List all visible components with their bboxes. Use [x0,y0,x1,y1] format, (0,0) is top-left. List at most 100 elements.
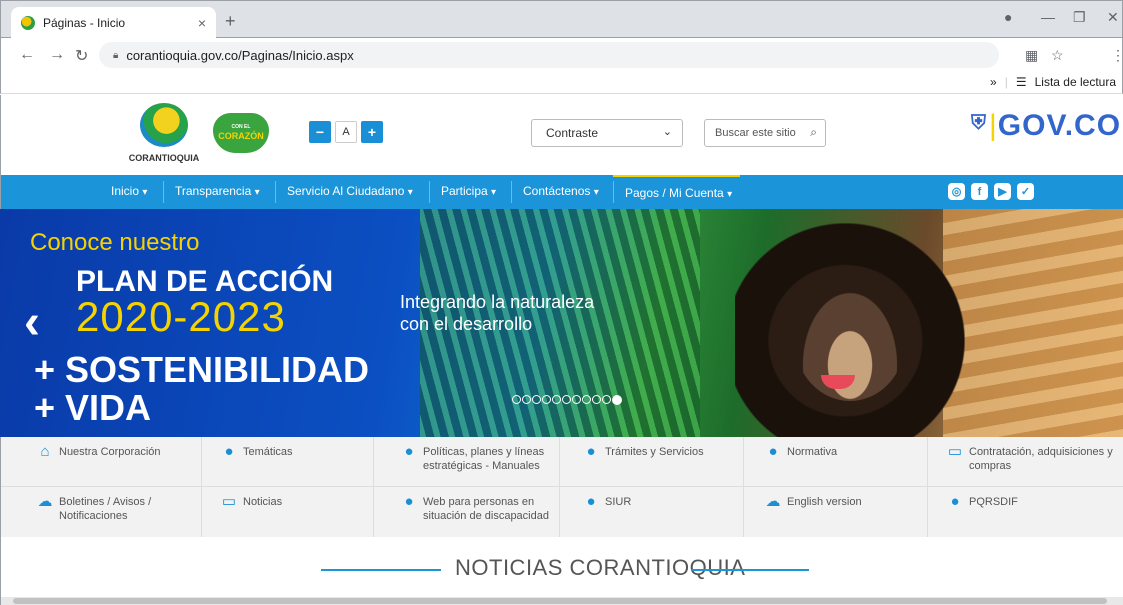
nav-label: Transparencia [175,184,252,198]
carousel-dot[interactable] [592,395,601,404]
carousel-dot[interactable] [612,395,622,405]
news-section: NOTICIAS CORANTIOQUIA [0,537,1123,597]
carousel-dot[interactable] [582,395,591,404]
carousel-dot[interactable] [542,395,551,404]
url-text: corantioquia.gov.co/Paginas/Inicio.aspx [126,47,354,63]
chevron-down-icon: ⌄ [662,126,672,138]
youtube-icon[interactable]: ▶ [994,183,1011,200]
minimize-icon[interactable]: — [1041,9,1055,25]
con-el-corazon-logo: CON EL CORAZÓN [213,113,269,153]
font-normal-button[interactable]: A [335,121,357,143]
quicklink-tematicas[interactable]: ● Temáticas [219,437,369,486]
nav-divider [429,181,430,203]
chat-user-icon: ● [404,493,414,510]
main-navigation: Inicio ▾ Transparencia ▾ Servicio Al Ciu… [0,175,1123,209]
quicklink-contratacion[interactable]: ▭ Contratación, adquisiciones y compras [945,437,1115,486]
carousel-dot[interactable] [532,395,541,404]
lock-icon: 🔒︎ [113,49,119,61]
nav-label: Participa [441,184,488,198]
colombia-seal-icon: ⛨ [971,112,987,134]
quicklink-web-discapacidad[interactable]: ● Web para personas en situación de disc… [399,487,549,536]
news-section-title: NOTICIAS CORANTIOQUIA [455,555,746,580]
carousel-dot[interactable] [522,395,531,404]
quicklink-boletines[interactable]: ☁ Boletines / Avisos / Notificaciones [35,487,201,536]
quicklink-english-version[interactable]: ☁ English version [763,487,923,536]
nav-item-servicio-al-ciudadano[interactable]: Servicio Al Ciudadano ▾ [287,184,413,198]
menu-icon[interactable]: ⋮ [1111,47,1123,64]
font-decrease-button[interactable]: − [309,121,331,143]
browser-toolbar: ← → ↻ 🔒︎ corantioquia.gov.co/Paginas/Ini… [0,38,1123,72]
instagram-icon[interactable]: ◎ [948,183,965,200]
font-increase-button[interactable]: + [361,121,383,143]
carousel-dot[interactable] [572,395,581,404]
site-search-input[interactable]: Buscar este sitio ⌕ [704,119,826,147]
carousel-dot[interactable] [602,395,611,404]
qr-code-icon[interactable]: ▦ [1025,47,1038,64]
carousel-dot[interactable] [512,395,521,404]
search-placeholder: Buscar este sitio [715,127,796,139]
bookmarks-bar: » | ☰ Lista de lectura [0,72,1123,94]
address-bar[interactable]: 🔒︎ corantioquia.gov.co/Paginas/Inicio.as… [99,42,999,68]
bookmarks-divider: | [1004,75,1008,89]
chevron-down-icon: ▾ [593,187,599,198]
nav-item-pagos-mi-cuenta[interactable]: Pagos / Mi Cuenta ▾ [613,175,741,209]
corantioquia-logo-mark-icon [140,103,188,147]
user-icon: ● [950,493,960,510]
quicklink-noticias[interactable]: ▭ Noticias [219,487,369,536]
quicklink-nuestra-corporacion[interactable]: ⌂ Nuestra Corporación [35,437,201,486]
browser-tab[interactable]: Páginas - Inicio × [11,7,216,39]
reading-list-button[interactable]: Lista de lectura [1035,75,1116,89]
carousel-dot[interactable] [552,395,561,404]
quicklink-politicas-planes[interactable]: ● Políticas, planes y líneas estratégica… [399,437,549,486]
bookmarks-more-icon[interactable]: » [990,75,997,89]
carousel-dots [512,395,622,405]
laptop-icon: ▭ [947,443,963,460]
banner-tagline-line2: con el desarrollo [400,314,533,334]
quicklink-normativa[interactable]: ● Normativa [763,437,923,486]
forward-icon[interactable]: → [49,46,65,64]
back-icon[interactable]: ← [19,46,35,64]
contrast-select[interactable]: Contraste ⌄ [531,119,683,147]
nav-item-inicio[interactable]: Inicio ▾ [111,184,147,198]
quicklink-label: SIUR [605,496,632,508]
chat-user-icon: ● [586,493,596,510]
quicklink-siur[interactable]: ● SIUR [581,487,741,536]
banner-years-text: 2020-2023 [76,293,286,340]
quicklink-label: Temáticas [243,446,293,458]
quicklink-pqrsdif[interactable]: ● PQRSDIF [945,487,1115,536]
quicklink-label: Web para personas en situación de discap… [423,496,549,522]
twitter-icon[interactable]: ✓ [1017,183,1034,200]
govco-text: GOV.CO [997,109,1122,142]
close-window-icon[interactable]: ✕ [1107,9,1119,26]
user-icon: ● [586,443,596,460]
bookmark-star-icon[interactable]: ☆ [1051,47,1064,64]
quicklink-label: Políticas, planes y líneas estratégicas … [423,446,545,472]
nav-item-participa[interactable]: Participa ▾ [441,184,496,198]
nav-item-contactenos[interactable]: Contáctenos ▾ [523,184,599,198]
logo-name: CORANTIOQUIA [128,153,200,163]
carousel-dot[interactable] [562,395,571,404]
facebook-icon[interactable]: f [971,183,988,200]
corantioquia-logo[interactable]: CORANTIOQUIA [119,103,209,171]
chevron-down-icon: ▾ [491,187,497,198]
nav-item-transparencia[interactable]: Transparencia ▾ [175,184,260,198]
new-tab-button[interactable]: + [225,11,236,32]
search-icon[interactable]: ⌕ [810,125,817,140]
restore-icon[interactable]: ❐ [1073,9,1086,26]
banner-sostenibilidad-text: + SOSTENIBILIDAD [34,349,370,390]
banner-wood-image [943,209,1123,437]
banner-vida-text: + VIDA [34,387,152,428]
nav-label: Servicio Al Ciudadano [287,184,405,198]
quicklink-tramites-servicios[interactable]: ● Trámites y Servicios [581,437,741,486]
people-icon: ● [404,443,414,460]
quicklink-label: Trámites y Servicios [605,446,704,458]
reload-icon[interactable]: ↻ [75,46,88,66]
tab-close-icon[interactable]: × [198,15,206,31]
profile-icon[interactable]: ● [1004,9,1012,25]
contrast-value: Contraste [546,126,599,140]
home-icon: ⌂ [40,443,50,460]
carousel-prev-chevron-icon[interactable]: ‹ [24,295,40,350]
horizontal-scrollbar[interactable] [0,597,1123,605]
scrollbar-thumb[interactable] [13,598,1107,604]
govco-logo[interactable]: ⛨|GOV.CO [971,109,1121,143]
